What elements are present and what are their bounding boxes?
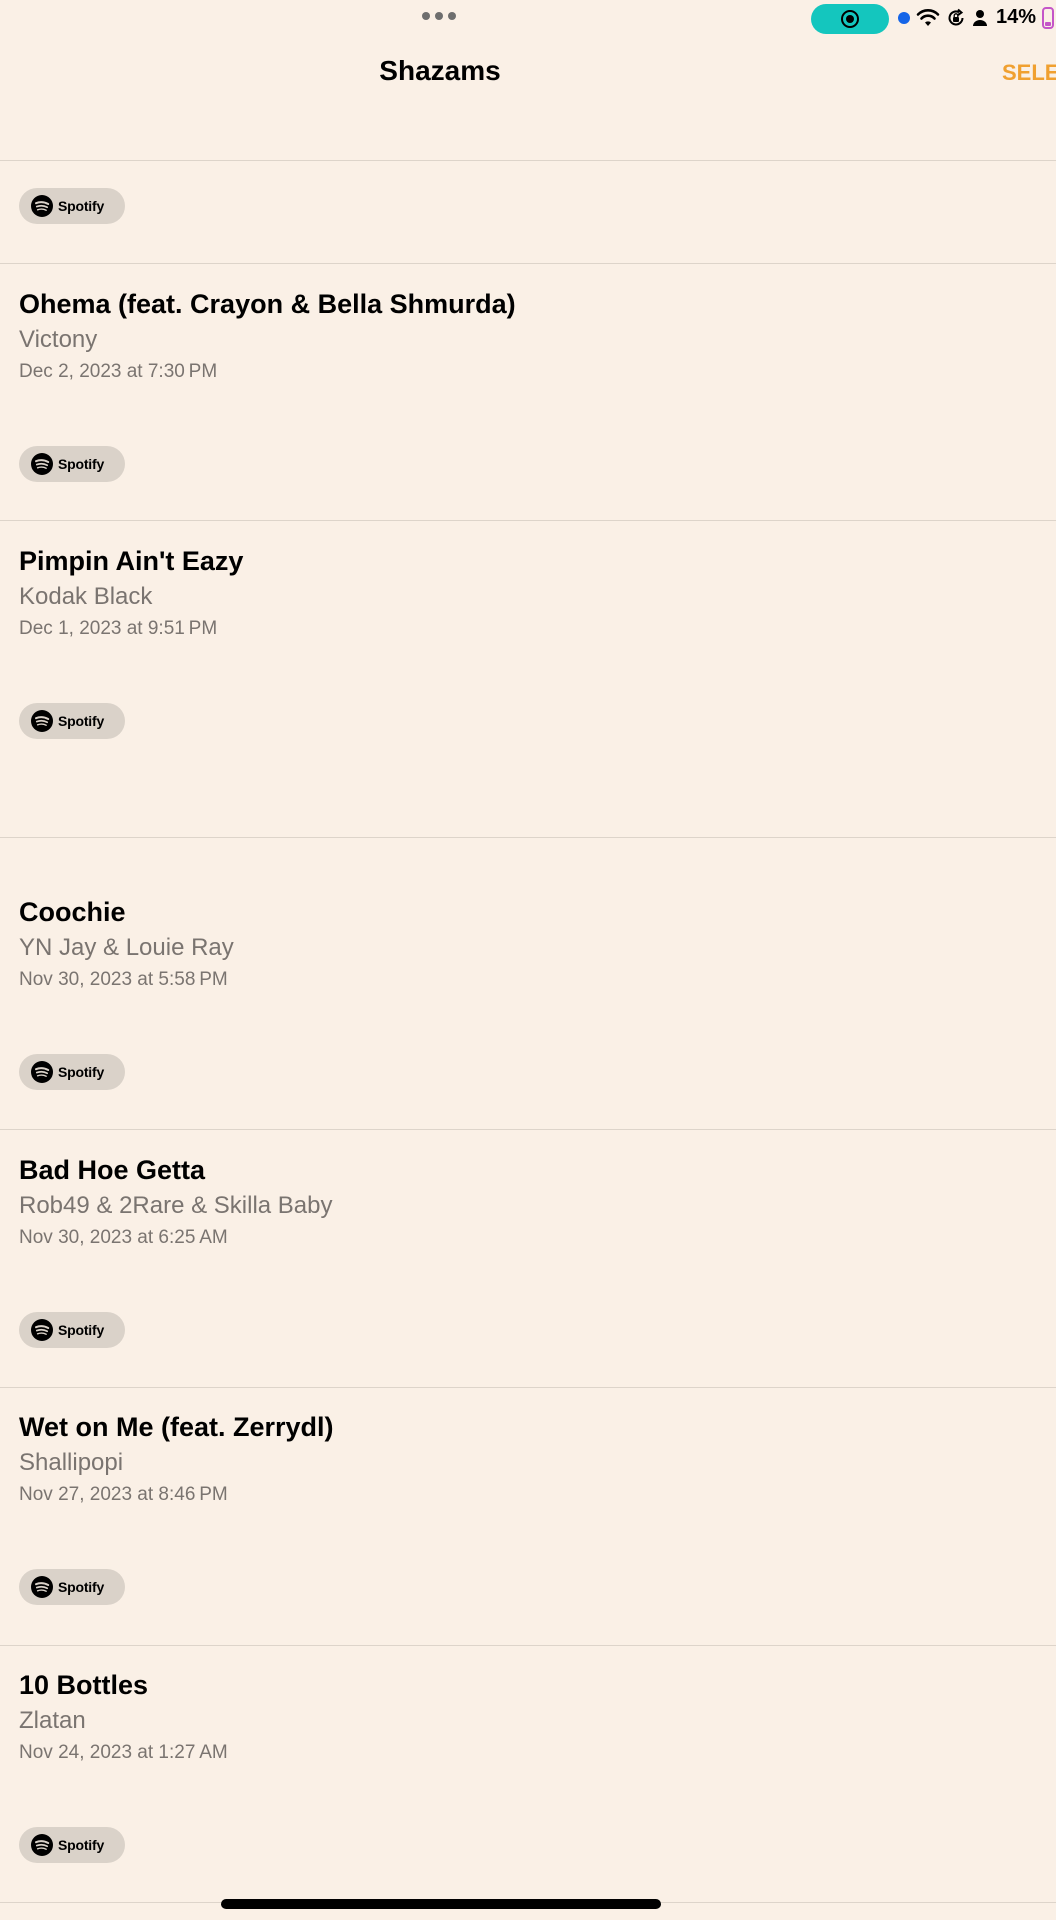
list-item[interactable]: Bad Hoe Getta Rob49 & 2Rare & Skilla Bab…	[19, 1154, 1019, 1250]
song-artist: Shallipopi	[19, 1449, 124, 1476]
status-icons: 14%	[898, 6, 1055, 29]
divider	[0, 837, 1056, 838]
screen-record-indicator[interactable]	[811, 4, 889, 34]
song-date: Nov 30, 2023 at 5:58 PM	[19, 969, 228, 990]
list-item[interactable]: Pimpin Ain't Eazy Kodak Black Dec 1, 202…	[19, 545, 1019, 641]
divider	[0, 160, 1056, 161]
select-button[interactable]: SELE	[1002, 60, 1056, 86]
spotify-button[interactable]: Spotify	[19, 1827, 125, 1863]
spotify-button[interactable]: Spotify	[19, 1054, 125, 1090]
battery-icon	[1042, 6, 1055, 29]
divider	[0, 263, 1056, 264]
page-title: Shazams	[379, 55, 501, 86]
spotify-button[interactable]: Spotify	[19, 1569, 125, 1605]
song-title: Ohema (feat. Crayon & Bella Shmurda)	[19, 289, 516, 319]
spotify-label: Spotify	[58, 198, 105, 214]
song-date: Nov 24, 2023 at 1:27 AM	[19, 1742, 228, 1763]
spotify-icon	[31, 195, 53, 217]
spotify-label: Spotify	[58, 713, 105, 729]
battery-percent: 14%	[996, 6, 1037, 28]
list-item[interactable]: Ohema (feat. Crayon & Bella Shmurda) Vic…	[19, 288, 1019, 384]
spotify-label: Spotify	[58, 456, 105, 472]
orientation-lock-icon	[948, 8, 964, 25]
screen-record-icon	[841, 10, 859, 28]
spotify-icon	[31, 453, 53, 475]
list-item[interactable]: Coochie YN Jay & Louie Ray Nov 30, 2023 …	[19, 896, 1019, 992]
song-artist: Kodak Black	[19, 583, 153, 610]
divider	[0, 520, 1056, 521]
song-date: Nov 30, 2023 at 6:25 AM	[19, 1227, 228, 1248]
list-item[interactable]: 10 Bottles Zlatan Nov 24, 2023 at 1:27 A…	[19, 1669, 1019, 1765]
spotify-icon	[31, 1319, 53, 1341]
song-date: Dec 1, 2023 at 9:51 PM	[19, 618, 218, 639]
divider	[0, 1645, 1056, 1646]
spotify-icon	[31, 1061, 53, 1083]
spotify-icon	[31, 710, 53, 732]
song-artist: Zlatan	[19, 1707, 86, 1734]
spotify-label: Spotify	[58, 1064, 105, 1080]
song-title: 10 Bottles	[19, 1670, 149, 1700]
divider	[0, 1387, 1056, 1388]
home-indicator[interactable]	[221, 1899, 661, 1909]
song-date: Dec 2, 2023 at 7:30 PM	[19, 361, 218, 382]
spotify-icon	[31, 1576, 53, 1598]
spotify-label: Spotify	[58, 1322, 105, 1338]
spotify-button[interactable]: Spotify	[19, 446, 125, 482]
song-date: Nov 27, 2023 at 8:46 PM	[19, 1484, 228, 1505]
song-title: Pimpin Ain't Eazy	[19, 546, 244, 576]
song-title: Bad Hoe Getta	[19, 1155, 206, 1185]
spotify-button[interactable]: Spotify	[19, 1312, 125, 1348]
song-artist: Rob49 & 2Rare & Skilla Baby	[19, 1192, 333, 1219]
spotify-button[interactable]: Spotify	[19, 703, 125, 739]
divider	[0, 1129, 1056, 1130]
spotify-button[interactable]: Spotify	[19, 188, 125, 224]
list-item[interactable]: Wet on Me (feat. Zerrydl) Shallipopi Nov…	[19, 1411, 1019, 1507]
song-artist: YN Jay & Louie Ray	[19, 934, 234, 961]
spotify-label: Spotify	[58, 1837, 105, 1853]
song-title: Coochie	[19, 897, 126, 927]
person-icon	[973, 9, 987, 26]
wifi-icon	[916, 8, 940, 26]
spotify-icon	[31, 1834, 53, 1856]
more-dots-icon[interactable]	[422, 12, 456, 20]
song-artist: Victony	[19, 326, 98, 353]
location-dot-icon	[898, 11, 910, 24]
spotify-label: Spotify	[58, 1579, 105, 1595]
status-bar: 14%	[0, 0, 1056, 40]
song-title: Wet on Me (feat. Zerrydl)	[19, 1412, 334, 1442]
